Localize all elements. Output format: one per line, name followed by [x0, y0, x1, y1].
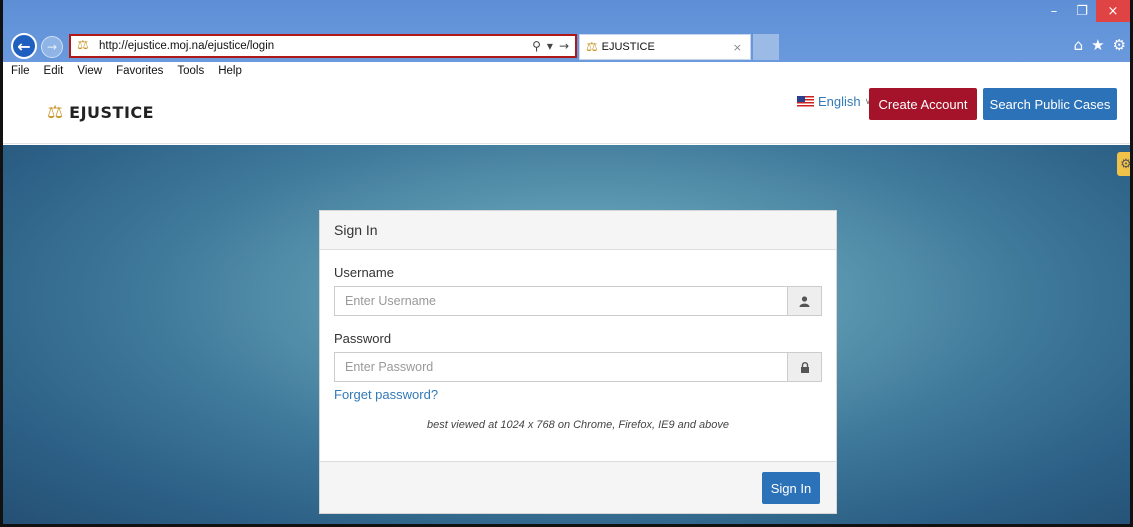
browser-compat-note: best viewed at 1024 x 768 on Chrome, Fir…: [426, 419, 730, 431]
star-icon[interactable]: ★: [1091, 36, 1104, 54]
site-logo[interactable]: ⚖ EJUSTICE: [47, 102, 154, 123]
browser-window: – ❐ × ← → ⚖ http://ejustice.moj.na/ejust…: [0, 0, 1133, 527]
browser-tab[interactable]: ⚖ EJUSTICE ×: [579, 34, 751, 60]
dropdown-icon[interactable]: ▾: [547, 39, 553, 53]
us-flag-icon: [797, 96, 814, 107]
language-selector[interactable]: English ∨: [797, 94, 871, 109]
user-icon-graphic: [799, 295, 810, 307]
menu-tools[interactable]: Tools: [177, 65, 204, 77]
window-controls: – ❐ ×: [1040, 0, 1130, 22]
password-input[interactable]: [335, 353, 787, 381]
lock-icon: [787, 353, 821, 381]
arrow-right-icon: →: [46, 40, 58, 54]
tab-title: EJUSTICE: [601, 41, 655, 53]
search-icon[interactable]: ⚲: [532, 39, 541, 53]
address-bar[interactable]: ⚖ http://ejustice.moj.na/ejustice/login …: [69, 34, 577, 58]
language-label: English: [818, 94, 861, 109]
site-header: ⚖ EJUSTICE English ∨ Create Account Sear…: [3, 80, 1130, 144]
create-account-button[interactable]: Create Account: [869, 88, 977, 120]
settings-gear-icon[interactable]: ⚙: [1117, 152, 1130, 176]
forward-button[interactable]: →: [41, 36, 63, 58]
new-tab-button[interactable]: [753, 34, 779, 60]
username-label: Username: [334, 265, 394, 280]
scales-tab-icon: ⚖: [586, 39, 598, 55]
go-arrow-icon[interactable]: →: [559, 39, 569, 53]
browser-menubar: File Edit View Favorites Tools Help: [3, 62, 1130, 80]
browser-titlebar: – ❐ × ← → ⚖ http://ejustice.moj.na/ejust…: [3, 0, 1130, 64]
restore-button[interactable]: ❐: [1068, 0, 1096, 22]
back-button[interactable]: ←: [11, 33, 37, 59]
arrow-left-icon: ←: [17, 36, 31, 56]
browser-toolbar-icons: ⌂ ★ ⚙: [1074, 36, 1126, 54]
menu-help[interactable]: Help: [218, 65, 242, 77]
username-input[interactable]: [335, 287, 787, 315]
home-icon[interactable]: ⌂: [1074, 36, 1084, 54]
address-tools: ⚲ ▾ →: [532, 39, 569, 53]
signin-panel: Sign In Username Password Forget passwor…: [319, 210, 837, 514]
user-icon: [787, 287, 821, 315]
scales-of-justice-icon: ⚖: [47, 102, 64, 123]
address-url[interactable]: http://ejustice.moj.na/ejustice/login: [99, 40, 532, 52]
signin-footer: Sign In: [320, 461, 836, 513]
password-input-group: [334, 352, 822, 382]
scales-favicon-icon: ⚖: [77, 38, 89, 53]
tab-close-icon[interactable]: ×: [733, 41, 742, 54]
menu-view[interactable]: View: [77, 65, 102, 77]
lock-icon-graphic: [800, 361, 809, 373]
close-window-button[interactable]: ×: [1096, 0, 1130, 22]
password-label: Password: [334, 331, 392, 346]
forgot-password-link[interactable]: Forget password?: [334, 387, 438, 402]
menu-file[interactable]: File: [11, 65, 30, 77]
gear-icon[interactable]: ⚙: [1113, 36, 1126, 54]
logo-text: EJUSTICE: [69, 103, 155, 122]
signin-title: Sign In: [320, 211, 836, 250]
sign-in-button[interactable]: Sign In: [762, 472, 820, 504]
username-input-group: [334, 286, 822, 316]
minimize-button[interactable]: –: [1040, 0, 1068, 22]
search-public-cases-button[interactable]: Search Public Cases: [983, 88, 1117, 120]
menu-edit[interactable]: Edit: [44, 65, 64, 77]
menu-favorites[interactable]: Favorites: [116, 65, 163, 77]
